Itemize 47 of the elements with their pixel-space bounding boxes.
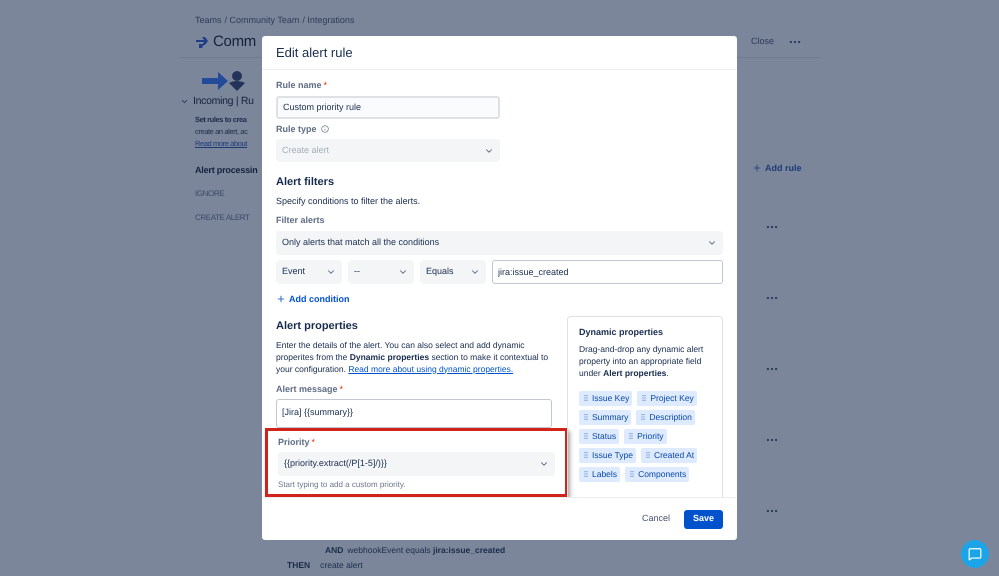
property-tag[interactable]: Summary [579,410,632,424]
action-text: create alert [320,559,363,572]
rule-action-label: IGNORE [195,188,224,200]
rule-name-input[interactable]: Custom priority rule [276,96,500,118]
save-button[interactable]: Save [684,510,723,528]
required-mark: * [340,382,344,396]
then-keyword: THEN [287,559,310,572]
add-condition-button[interactable]: Add condition [276,292,350,306]
priority-hint: Start typing to add a custom priority. [278,480,406,490]
required-mark: * [324,79,328,92]
dynamic-properties-link[interactable]: Read more about using dynamic properties. [348,364,514,374]
property-tag[interactable]: Issue Type [579,448,636,462]
section-description: Specify conditions to filter the alerts. [276,194,422,208]
condition-text: webhookEvent equals jira:issue_created [347,544,506,556]
field-label: Rule type [276,122,317,136]
property-tag[interactable]: Issue Key [579,390,632,406]
field-label: Filter alerts [276,214,326,227]
field-label: Rule name [276,79,322,92]
property-tag[interactable]: Priority [624,428,667,444]
field-label: Priority [278,436,310,449]
field-dropdown[interactable]: Event [276,260,342,284]
panel-description: Drag-and-drop any dynamic alert property into an appropriate field under Alert properties. [579,342,704,378]
property-tag[interactable]: Description [636,410,695,424]
page-title: Comm [213,32,256,52]
alert-message-textarea[interactable]: [Jira] {{summary}} [276,399,552,428]
dialog-title: Edit alert rule [276,44,353,62]
property-tag[interactable]: Labels [579,466,620,482]
property-tag[interactable]: Created At [640,448,698,462]
processing-title: Alert processin [195,164,258,176]
rule-action-label: CREATE ALERT [195,212,250,224]
property-tag[interactable]: Status [579,428,620,444]
condition-value-input[interactable]: jira:issue_created [492,260,723,284]
filter-match-dropdown[interactable]: Only alerts that match all the conditions [276,230,723,254]
property-tag[interactable]: Components [625,466,690,482]
property-tag[interactable]: Project Key [637,390,697,406]
priority-dropdown[interactable]: {{priority.extract(/P[1-5]/)}} [278,452,555,476]
panel-title: Dynamic properties [579,326,664,339]
section-description: Enter the details of the alert. You can also select and add dynamic properites from the Dynamic properties section to make it contextual to your configuration. Read more about using dynamic properties. [276,338,550,374]
operator-dropdown[interactable]: Equals [420,260,486,284]
path-dropdown[interactable]: -- [348,260,414,284]
section-title: Incoming | Ru [193,94,254,108]
section-heading: Alert filters [276,175,336,190]
cancel-button[interactable]: Cancel [642,512,670,526]
required-mark: * [312,436,316,448]
field-label: Alert message [276,382,338,396]
and-keyword: AND [325,544,344,556]
section-heading: Alert properties [276,319,359,334]
